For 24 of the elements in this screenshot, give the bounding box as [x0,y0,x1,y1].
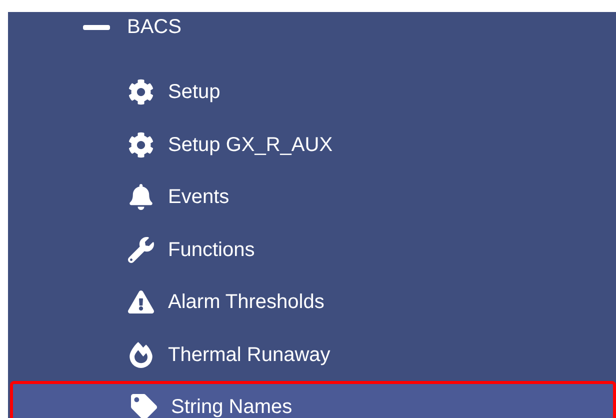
section-title: BACS [127,17,182,37]
bell-icon [128,184,154,210]
menu-item-label: Setup [168,82,220,102]
menu-item[interactable]: Events [8,171,616,224]
tag-icon [131,394,157,418]
wrench-icon [128,236,154,263]
menu-item-label: Alarm Thresholds [168,292,324,312]
warning-icon [128,289,154,316]
flame-icon [128,342,154,368]
menu-item[interactable]: Alarm Thresholds [8,276,616,328]
menu-item[interactable]: Thermal Runaway [8,328,616,381]
menu-item-label: Setup GX_R_AUX [168,134,333,155]
menu-item-label: String Names [171,397,292,418]
menu-item-label: Functions [168,240,255,260]
menu-item[interactable]: Functions [8,224,616,276]
menu-item[interactable]: Setup [8,66,616,118]
menu-item-label: Events [168,187,230,208]
gear-icon [128,132,154,158]
menu-item[interactable]: String Names [10,381,616,418]
gear-icon [128,79,154,106]
menu-item[interactable]: Setup GX_R_AUX [8,118,616,171]
menu-item-label: Thermal Runaway [168,344,330,365]
collapse-icon [83,24,110,30]
section-header[interactable]: BACS [8,12,616,42]
